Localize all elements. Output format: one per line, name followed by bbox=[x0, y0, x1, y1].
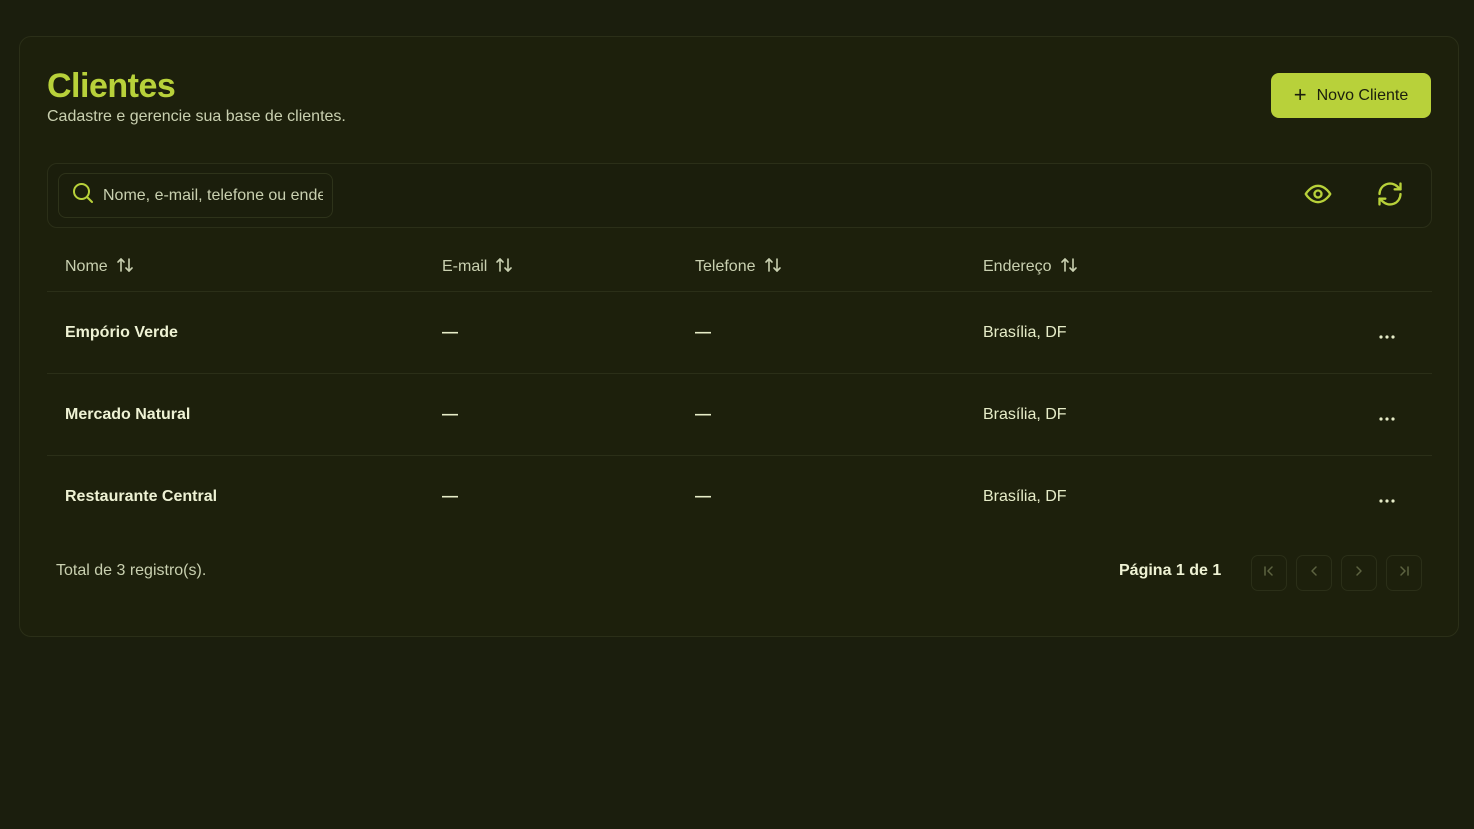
row-actions-button[interactable] bbox=[1372, 400, 1402, 430]
plus-icon: + bbox=[1293, 81, 1307, 107]
total-records: Total de 3 registro(s). bbox=[56, 562, 207, 579]
cell-address: Brasília, DF bbox=[983, 406, 1067, 423]
cell-address: Brasília, DF bbox=[983, 324, 1067, 341]
search-input[interactable] bbox=[103, 186, 323, 205]
column-label: Telefone bbox=[695, 258, 756, 275]
search-icon bbox=[71, 181, 95, 210]
table-row[interactable]: Restaurante Central — — Brasília, DF bbox=[47, 456, 1432, 538]
cell-name: Empório Verde bbox=[65, 324, 178, 341]
first-page-button[interactable] bbox=[1251, 555, 1287, 591]
column-header-email[interactable]: E-mail bbox=[442, 242, 513, 292]
page-title: Clientes bbox=[47, 67, 176, 105]
cell-email: — bbox=[442, 406, 458, 423]
cell-phone: — bbox=[695, 406, 711, 423]
cell-email: — bbox=[442, 488, 458, 505]
prev-page-button[interactable] bbox=[1296, 555, 1332, 591]
cell-address: Brasília, DF bbox=[983, 488, 1067, 505]
more-horizontal-icon bbox=[1379, 487, 1395, 508]
table-row[interactable]: Empório Verde — — Brasília, DF bbox=[47, 292, 1432, 374]
table-toolbar bbox=[47, 163, 1432, 228]
prev-page-icon bbox=[1307, 564, 1321, 583]
sort-icon bbox=[495, 256, 513, 279]
column-header-phone[interactable]: Telefone bbox=[695, 242, 782, 292]
eye-icon bbox=[1304, 180, 1332, 213]
refresh-icon bbox=[1376, 180, 1404, 213]
table-header: Nome E-mail Telefone Endereço bbox=[47, 242, 1432, 292]
column-label: Nome bbox=[65, 258, 108, 275]
page-subtitle: Cadastre e gerencie sua base de clientes… bbox=[47, 108, 346, 125]
toggle-columns-button[interactable] bbox=[1303, 181, 1333, 211]
clients-card: Clientes Cadastre e gerencie sua base de… bbox=[19, 36, 1459, 637]
first-page-icon bbox=[1262, 564, 1276, 583]
column-label: Endereço bbox=[983, 258, 1052, 275]
row-actions-button[interactable] bbox=[1372, 318, 1402, 348]
row-actions-button[interactable] bbox=[1372, 482, 1402, 512]
new-client-button[interactable]: + Novo Cliente bbox=[1271, 73, 1431, 118]
sort-icon bbox=[116, 256, 134, 279]
cell-name: Mercado Natural bbox=[65, 406, 191, 423]
cell-email: — bbox=[442, 324, 458, 341]
more-horizontal-icon bbox=[1379, 323, 1395, 344]
column-header-name[interactable]: Nome bbox=[65, 242, 134, 292]
search-box[interactable] bbox=[58, 173, 333, 218]
column-label: E-mail bbox=[442, 258, 488, 275]
cell-phone: — bbox=[695, 324, 711, 341]
sort-icon bbox=[764, 256, 782, 279]
next-page-button[interactable] bbox=[1341, 555, 1377, 591]
last-page-icon bbox=[1397, 564, 1411, 583]
sort-icon bbox=[1060, 256, 1078, 279]
refresh-button[interactable] bbox=[1375, 181, 1405, 211]
last-page-button[interactable] bbox=[1386, 555, 1422, 591]
new-client-label: Novo Cliente bbox=[1316, 86, 1409, 104]
page-indicator: Página 1 de 1 bbox=[1119, 562, 1222, 579]
cell-phone: — bbox=[695, 488, 711, 505]
next-page-icon bbox=[1352, 564, 1366, 583]
more-horizontal-icon bbox=[1379, 405, 1395, 426]
column-header-address[interactable]: Endereço bbox=[983, 242, 1078, 292]
cell-name: Restaurante Central bbox=[65, 488, 218, 505]
table-row[interactable]: Mercado Natural — — Brasília, DF bbox=[47, 374, 1432, 456]
